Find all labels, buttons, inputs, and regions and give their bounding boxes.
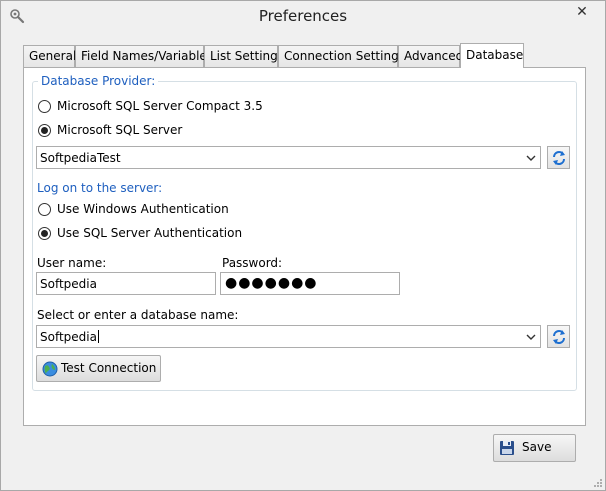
test-connection-button[interactable]: Test Connection <box>36 355 161 382</box>
radio-sql-server[interactable]: Microsoft SQL Server <box>38 123 338 139</box>
tab-connection-settings[interactable]: Connection Settings <box>278 45 405 67</box>
logon-section-label: Log on to the server: <box>37 181 163 195</box>
database-provider-legend: Database Provider: <box>38 74 159 88</box>
tab-field-names-variables[interactable]: Field Names/Variables <box>75 45 213 67</box>
close-button[interactable]: ✕ <box>567 1 597 23</box>
chevron-down-icon <box>526 334 536 340</box>
password-value: ●●●●●●● <box>225 275 318 291</box>
radio-button[interactable] <box>38 124 51 137</box>
refresh-icon <box>553 330 565 344</box>
tab-general[interactable]: General <box>23 45 76 67</box>
title-bar: Preferences ✕ <box>1 1 605 33</box>
radio-sql-auth[interactable]: Use SQL Server Authentication <box>38 226 338 242</box>
chevron-down-icon <box>526 155 536 161</box>
refresh-icon <box>553 151 565 165</box>
database-name-label: Select or enter a database name: <box>37 308 239 322</box>
radio-label: Use SQL Server Authentication <box>57 226 243 240</box>
refresh-databases-button[interactable] <box>547 325 570 348</box>
floppy-disk-icon <box>500 441 514 455</box>
tab-list-settings[interactable]: List Settings <box>204 45 284 67</box>
radio-windows-auth[interactable]: Use Windows Authentication <box>38 202 338 218</box>
save-label: Save <box>522 440 552 454</box>
password-field[interactable]: ●●●●●●● <box>220 272 400 295</box>
radio-sql-compact[interactable]: Microsoft SQL Server Compact 3.5 <box>38 99 338 115</box>
radio-button[interactable] <box>38 227 51 240</box>
tab-advanced[interactable]: Advanced <box>398 45 463 67</box>
database-name-value: Softpedia <box>40 330 99 344</box>
username-value: Softpedia <box>40 277 97 291</box>
window-title: Preferences <box>258 7 348 25</box>
username-label: User name: <box>37 256 107 270</box>
globe-icon <box>42 361 58 377</box>
database-name-text: Softpedia <box>40 330 97 344</box>
radio-button[interactable] <box>38 203 51 216</box>
radio-label: Microsoft SQL Server Compact 3.5 <box>57 99 263 113</box>
radio-button[interactable] <box>38 100 51 113</box>
radio-label: Use Windows Authentication <box>57 202 229 216</box>
close-icon: ✕ <box>576 4 588 20</box>
text-caret <box>97 330 99 343</box>
radio-label: Microsoft SQL Server <box>57 123 183 137</box>
server-combo-value: SoftpediaTest <box>40 151 121 165</box>
refresh-servers-button[interactable] <box>547 146 570 169</box>
preferences-window: Preferences ✕ General Field Names/Variab… <box>0 0 606 491</box>
test-connection-label: Test Connection <box>61 361 157 375</box>
username-field[interactable]: Softpedia <box>36 272 216 295</box>
database-name-combo[interactable]: Softpedia <box>36 325 541 348</box>
resize-grip-icon[interactable] <box>593 478 603 488</box>
password-label: Password: <box>222 256 283 270</box>
database-tab-panel: Database Provider: Microsoft SQL Server … <box>23 67 586 426</box>
tab-database[interactable]: Database <box>460 43 524 68</box>
save-button[interactable]: Save <box>493 434 576 462</box>
server-combo[interactable]: SoftpediaTest <box>36 146 541 169</box>
